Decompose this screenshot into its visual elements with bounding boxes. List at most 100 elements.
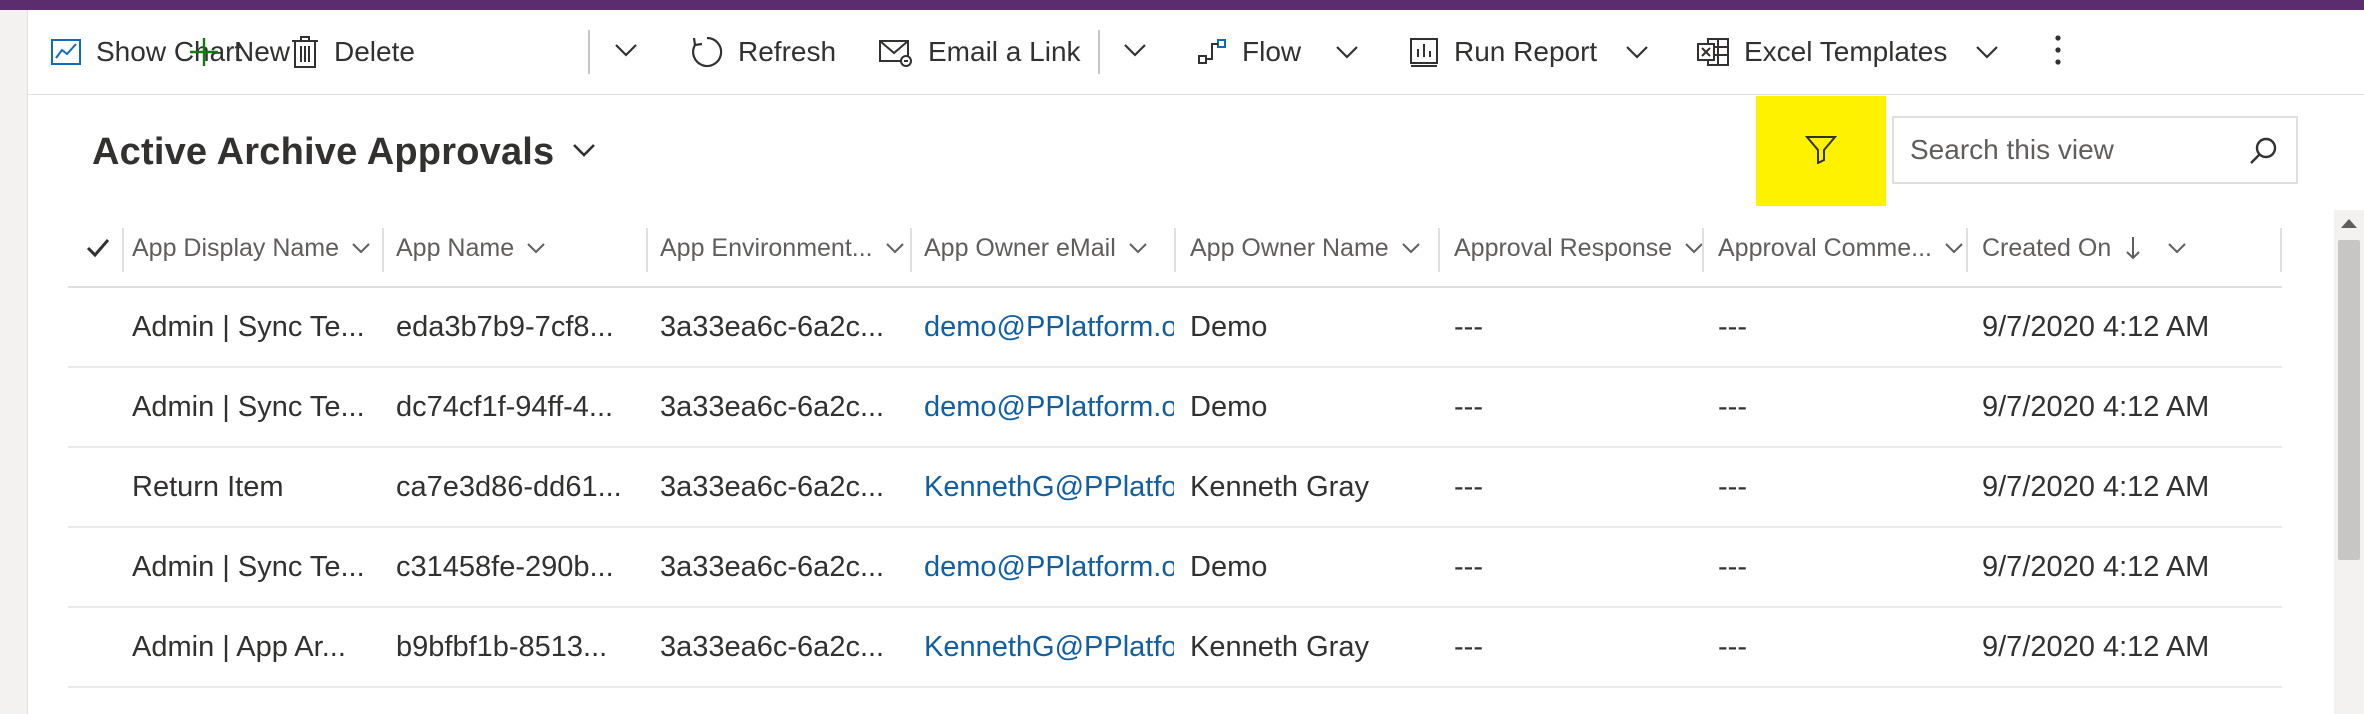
run-report-button[interactable]: Run Report xyxy=(1408,10,1649,94)
cell-created-on: 9/7/2020 4:12 AM xyxy=(1982,630,2210,663)
search-box xyxy=(1892,116,2298,184)
cell-app-display-name: Admin | Sync Te... xyxy=(132,550,365,583)
chevron-down-icon xyxy=(554,143,596,162)
cell-app-environment: 3a33ea6c-6a2c... xyxy=(660,630,885,663)
cell-created-on: 9/7/2020 4:12 AM xyxy=(1982,310,2210,343)
cell-app-owner-email[interactable]: KennethG@PPlatfori xyxy=(924,448,1174,526)
cell-app-owner-name: Demo xyxy=(1190,310,1268,343)
column-divider xyxy=(1702,228,1704,272)
scroll-up-icon[interactable] xyxy=(2340,216,2358,234)
cell-created-on: 9/7/2020 4:12 AM xyxy=(1982,390,2210,423)
cell-approval-response: --- xyxy=(1454,390,1483,423)
view-title: Active Archive Approvals xyxy=(92,130,555,173)
more-vertical-icon xyxy=(2054,34,2062,71)
chevron-down-icon xyxy=(1123,43,1147,62)
chevron-down-icon xyxy=(1625,45,1649,59)
cell-created-on: 9/7/2020 4:12 AM xyxy=(1982,470,2210,503)
cell-app-environment: 3a33ea6c-6a2c... xyxy=(660,470,885,503)
toolbar-divider xyxy=(1098,30,1100,74)
more-commands-button[interactable] xyxy=(2054,10,2062,94)
chevron-down-icon xyxy=(1335,45,1359,59)
column-header-app-environment[interactable]: App Environment... xyxy=(660,210,910,286)
more-email-options-button[interactable] xyxy=(1123,10,1147,94)
excel-templates-button[interactable]: Excel Templates xyxy=(1696,10,1999,94)
flow-label: Flow xyxy=(1242,36,1302,67)
refresh-button[interactable]: Refresh xyxy=(690,10,836,94)
chevron-down-icon xyxy=(1401,243,1420,254)
column-header-created-on[interactable]: Created On xyxy=(1982,210,2232,286)
refresh-label: Refresh xyxy=(738,36,837,67)
plus-icon xyxy=(188,36,220,68)
cell-app-environment: 3a33ea6c-6a2c... xyxy=(660,550,885,583)
cell-app-owner-email[interactable]: demo@PPlatform.or xyxy=(924,288,1174,366)
trash-icon xyxy=(290,35,320,69)
column-header-app-owner-email[interactable]: App Owner eMail xyxy=(924,210,1174,286)
chevron-down-icon xyxy=(352,243,370,254)
excel-templates-label: Excel Templates xyxy=(1744,36,1948,67)
refresh-icon xyxy=(690,35,724,69)
report-icon xyxy=(1408,36,1440,68)
select-all-checkbox[interactable] xyxy=(84,234,114,264)
table-row[interactable]: Admin | Sync Te... eda3b7b9-7cf8... 3a33ea… xyxy=(68,288,2282,368)
flow-icon xyxy=(1196,36,1228,68)
cell-app-owner-email[interactable]: KennethG@PPlatfori xyxy=(924,608,1174,686)
delete-label: Delete xyxy=(334,36,415,67)
chevron-down-icon xyxy=(2168,243,2186,254)
column-header-app-owner-name[interactable]: App Owner Name xyxy=(1190,210,1440,286)
scrollbar-thumb[interactable] xyxy=(2338,240,2360,560)
chevron-down-icon xyxy=(614,43,638,62)
delete-button[interactable]: Delete xyxy=(290,10,415,94)
left-nav-strip xyxy=(0,10,28,714)
cell-approval-comments: --- xyxy=(1718,550,1747,583)
cell-app-owner-name: Demo xyxy=(1190,390,1268,423)
table-row[interactable]: Admin | Sync Te... c31458fe-290b... 3a33ea… xyxy=(68,528,2282,608)
chart-icon xyxy=(50,36,82,68)
email-link-label: Email a Link xyxy=(928,36,1081,67)
chevron-down-icon xyxy=(1129,243,1147,254)
cell-app-name: c31458fe-290b... xyxy=(396,550,614,583)
table-row[interactable]: Return Item ca7e3d86-dd61... 3a33ea6c-6a2c… xyxy=(68,448,2282,528)
filter-button[interactable] xyxy=(1756,96,1886,206)
cell-app-display-name: Admin | App Ar... xyxy=(132,630,346,663)
run-report-label: Run Report xyxy=(1454,36,1598,67)
data-grid: App Display Name App Name App Environmen… xyxy=(68,210,2282,688)
cell-app-owner-email[interactable]: demo@PPlatform.or xyxy=(924,528,1174,606)
search-icon[interactable] xyxy=(2248,136,2278,171)
cell-app-owner-name: Kenneth Gray xyxy=(1190,630,1369,663)
chevron-down-icon xyxy=(885,243,904,254)
column-divider xyxy=(122,228,124,272)
new-button[interactable]: New xyxy=(188,10,290,94)
table-row[interactable]: Admin | Sync Te... dc74cf1f-94ff-4... 3a33… xyxy=(68,368,2282,448)
table-row[interactable]: Admin | App Ar... b9bfbf1b-8513... 3a33ea6… xyxy=(68,608,2282,688)
chevron-down-icon xyxy=(1685,243,1703,254)
vertical-scrollbar[interactable] xyxy=(2334,210,2364,714)
cell-approval-response: --- xyxy=(1454,550,1483,583)
chevron-down-icon xyxy=(1945,243,1963,254)
column-divider xyxy=(2280,228,2282,272)
new-label: New xyxy=(234,36,291,67)
column-divider xyxy=(646,228,648,272)
column-header-app-name[interactable]: App Name xyxy=(396,210,646,286)
email-link-button[interactable]: Email a Link xyxy=(878,10,1081,94)
cell-app-display-name: Admin | Sync Te... xyxy=(132,390,365,423)
app-header-bar xyxy=(0,0,2364,10)
column-header-approval-comments[interactable]: Approval Comme... xyxy=(1718,210,1968,286)
cell-approval-response: --- xyxy=(1454,470,1483,503)
email-icon xyxy=(878,37,914,67)
search-input[interactable] xyxy=(1908,133,2232,167)
cell-app-name: eda3b7b9-7cf8... xyxy=(396,310,614,343)
cell-created-on: 9/7/2020 4:12 AM xyxy=(1982,550,2210,583)
column-divider xyxy=(1174,228,1176,272)
column-header-app-display-name[interactable]: App Display Name xyxy=(132,210,392,286)
flow-button[interactable]: Flow xyxy=(1196,10,1359,94)
cell-app-name: b9bfbf1b-8513... xyxy=(396,630,608,663)
grid-body: Admin | Sync Te... eda3b7b9-7cf8... 3a33ea… xyxy=(68,288,2282,688)
cell-app-owner-email[interactable]: demo@PPlatform.or xyxy=(924,368,1174,446)
column-header-approval-response[interactable]: Approval Response xyxy=(1454,210,1704,286)
cell-app-owner-name: Kenneth Gray xyxy=(1190,470,1369,503)
cell-approval-comments: --- xyxy=(1718,390,1747,423)
more-delete-options-button[interactable] xyxy=(614,10,638,94)
cell-approval-comments: --- xyxy=(1718,470,1747,503)
view-selector[interactable]: Active Archive Approvals xyxy=(92,122,596,182)
grid-header: App Display Name App Name App Environmen… xyxy=(68,210,2282,288)
